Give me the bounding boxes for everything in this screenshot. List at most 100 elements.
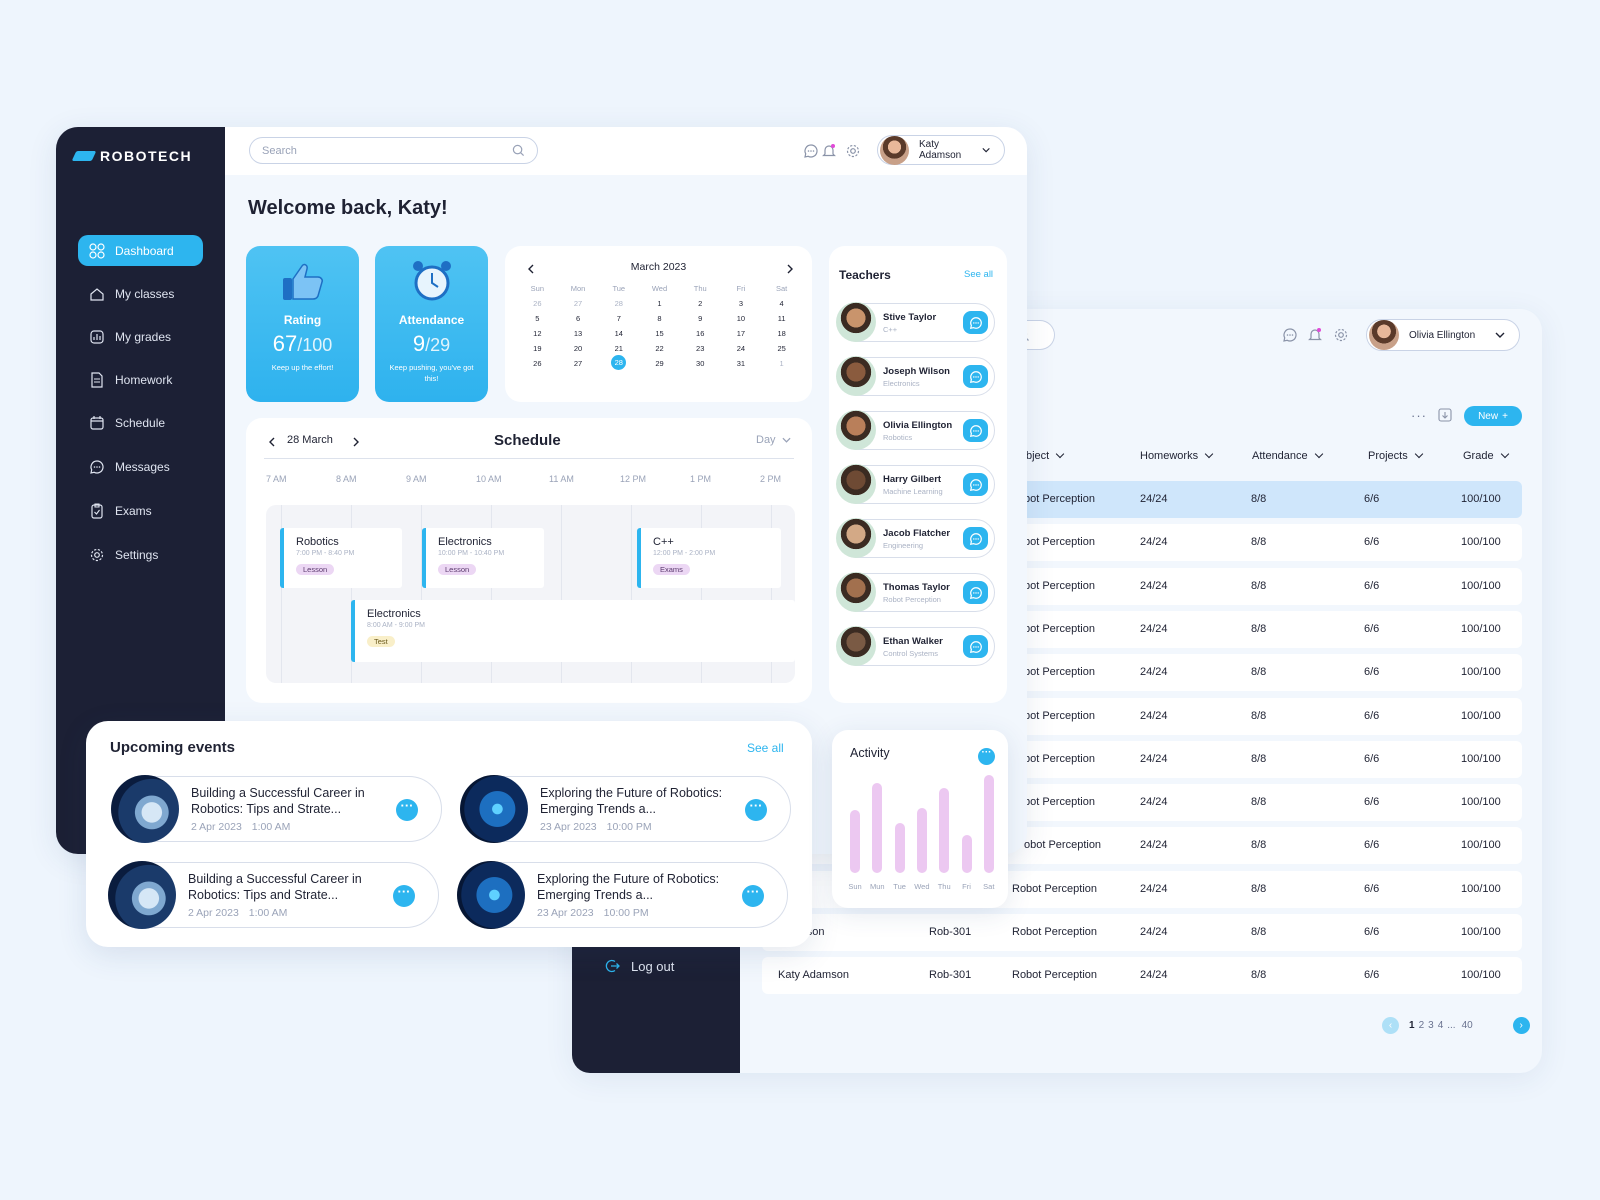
page-2[interactable]: 2 (1419, 1020, 1425, 1031)
calendar-day[interactable]: 6 (558, 314, 599, 323)
event-electronics[interactable]: Electronics 10:00 PM - 10:40 PM Lesson (422, 528, 544, 588)
activity-more-button[interactable]: ··· (978, 748, 995, 765)
message-teacher-button[interactable] (963, 635, 988, 658)
table-row[interactable]: AdamsonRob-301Robot Perception24/248/86/… (762, 914, 1522, 951)
calendar-day[interactable]: 13 (558, 329, 599, 338)
next-day-button[interactable] (352, 434, 360, 452)
message-teacher-button[interactable] (963, 419, 988, 442)
message-teacher-button[interactable] (963, 311, 988, 334)
calendar-day-today[interactable]: 28 (611, 355, 627, 370)
calendar-day[interactable]: 8 (639, 314, 680, 323)
new-button[interactable]: New + (1464, 406, 1522, 426)
calendar-day[interactable]: 26 (517, 299, 558, 308)
event-card[interactable]: Building a Successful Career in Robotics… (111, 775, 442, 843)
rating-card[interactable]: Rating 67/100 Keep up the effort! (246, 246, 359, 402)
upcoming-see-all-link[interactable]: See all (747, 741, 784, 755)
calendar-day[interactable]: 20 (558, 344, 599, 353)
sidebar-item-my-classes[interactable]: My classes (78, 278, 203, 309)
calendar-day[interactable]: 28 (598, 299, 639, 308)
teacher-item[interactable]: Jacob Flatcher Engineering (836, 518, 995, 558)
teacher-item[interactable]: Stive Taylor C++ (836, 302, 995, 342)
sidebar-item-exams[interactable]: Exams (78, 495, 203, 526)
gear-icon[interactable] (844, 142, 862, 160)
event-card[interactable]: Building a Successful Career in Robotics… (108, 861, 439, 929)
teachers-see-all-link[interactable]: See all (964, 269, 993, 280)
calendar-day[interactable]: 16 (680, 329, 721, 338)
calendar-day[interactable]: 19 (517, 344, 558, 353)
message-teacher-button[interactable] (963, 473, 988, 496)
attendance-card[interactable]: Attendance 9/29 Keep pushing, you've got… (375, 246, 488, 402)
calendar-day[interactable]: 7 (598, 314, 639, 323)
bell-icon[interactable] (1306, 326, 1324, 344)
logout-button[interactable]: Log out (605, 958, 674, 974)
column-projects[interactable]: Projects (1368, 449, 1423, 462)
calendar-day[interactable]: 25 (761, 344, 802, 353)
calendar-day[interactable]: 23 (680, 344, 721, 353)
next-month-button[interactable] (786, 261, 794, 279)
view-select[interactable]: Day (756, 434, 791, 446)
calendar-day[interactable]: 3 (721, 299, 762, 308)
calendar-day[interactable]: 4 (761, 299, 802, 308)
export-icon[interactable] (1438, 408, 1452, 427)
calendar-day[interactable]: 24 (721, 344, 762, 353)
bell-icon[interactable] (820, 142, 838, 160)
page-4[interactable]: 4 (1438, 1020, 1444, 1031)
chat-icon[interactable] (802, 142, 820, 160)
event-cpp[interactable]: C++ 12:00 PM - 2:00 PM Exams (637, 528, 781, 588)
calendar-day[interactable]: 11 (761, 314, 802, 323)
message-teacher-button[interactable] (963, 365, 988, 388)
calendar-day[interactable]: 27 (558, 299, 599, 308)
brand-logo[interactable]: ROBOTECH (71, 148, 192, 164)
calendar-day[interactable]: 15 (639, 329, 680, 338)
prev-day-button[interactable] (268, 434, 276, 452)
gear-icon[interactable] (1332, 326, 1350, 344)
calendar-day[interactable]: 26 (517, 359, 558, 370)
sidebar-item-settings[interactable]: Settings (78, 539, 203, 570)
calendar-day[interactable]: 12 (517, 329, 558, 338)
column-homeworks[interactable]: Homeworks (1140, 449, 1214, 462)
event-card[interactable]: Exploring the Future of Robotics: Emergi… (460, 775, 791, 843)
page-40[interactable]: 40 (1462, 1020, 1473, 1031)
prev-page-button[interactable]: ‹ (1382, 1017, 1399, 1034)
calendar-day[interactable]: 27 (558, 359, 599, 370)
calendar-day[interactable]: 30 (680, 359, 721, 370)
search-input[interactable]: Search (249, 137, 538, 164)
teacher-item[interactable]: Harry Gilbert Machine Learning (836, 464, 995, 504)
calendar-day[interactable]: 10 (721, 314, 762, 323)
teacher-item[interactable]: Ethan Walker Control Systems (836, 626, 995, 666)
calendar-day[interactable]: 18 (761, 329, 802, 338)
message-teacher-button[interactable] (963, 527, 988, 550)
calendar-day[interactable]: 5 (517, 314, 558, 323)
event-card[interactable]: Exploring the Future of Robotics: Emergi… (457, 861, 788, 929)
event-more-button[interactable]: ··· (742, 885, 764, 907)
teacher-item[interactable]: Olivia Ellington Robotics (836, 410, 995, 450)
message-teacher-button[interactable] (963, 581, 988, 604)
calendar-day[interactable]: 9 (680, 314, 721, 323)
sidebar-item-messages[interactable]: Messages (78, 451, 203, 482)
calendar-day[interactable]: 31 (721, 359, 762, 370)
calendar-day[interactable]: 22 (639, 344, 680, 353)
more-options-icon[interactable]: ··· (1411, 408, 1427, 423)
event-more-button[interactable]: ··· (396, 799, 418, 821)
sidebar-item-schedule[interactable]: Schedule (78, 407, 203, 438)
column-attendance[interactable]: Attendance (1252, 449, 1323, 462)
page-1[interactable]: 1 (1409, 1020, 1415, 1031)
column-grade[interactable]: Grade (1463, 449, 1509, 462)
teacher-item[interactable]: Thomas Taylor Robot Perception (836, 572, 995, 612)
event-more-button[interactable]: ··· (745, 799, 767, 821)
sidebar-item-homework[interactable]: Homework (78, 364, 203, 395)
sidebar-item-dashboard[interactable]: Dashboard (78, 235, 203, 266)
calendar-day[interactable]: 17 (721, 329, 762, 338)
chat-icon[interactable] (1281, 326, 1299, 344)
calendar-day[interactable]: 29 (639, 359, 680, 370)
page-3[interactable]: 3 (1428, 1020, 1434, 1031)
calendar-day[interactable]: 14 (598, 329, 639, 338)
column-subject[interactable]: bject (1026, 449, 1065, 462)
event-electronics-test[interactable]: Electronics 8:00 AM - 9:00 PM Test (351, 600, 795, 662)
table-row[interactable]: Katy Adamson Rob-301 Robot Perception 24/24… (762, 957, 1522, 995)
calendar-day[interactable]: 21 (598, 344, 639, 353)
teacher-item[interactable]: Joseph Wilson Electronics (836, 356, 995, 396)
event-robotics[interactable]: Robotics 7:00 PM - 8:40 PM Lesson (280, 528, 402, 588)
next-page-button[interactable]: › (1512, 1017, 1530, 1034)
user-menu[interactable]: Olivia Ellington (1366, 319, 1520, 351)
